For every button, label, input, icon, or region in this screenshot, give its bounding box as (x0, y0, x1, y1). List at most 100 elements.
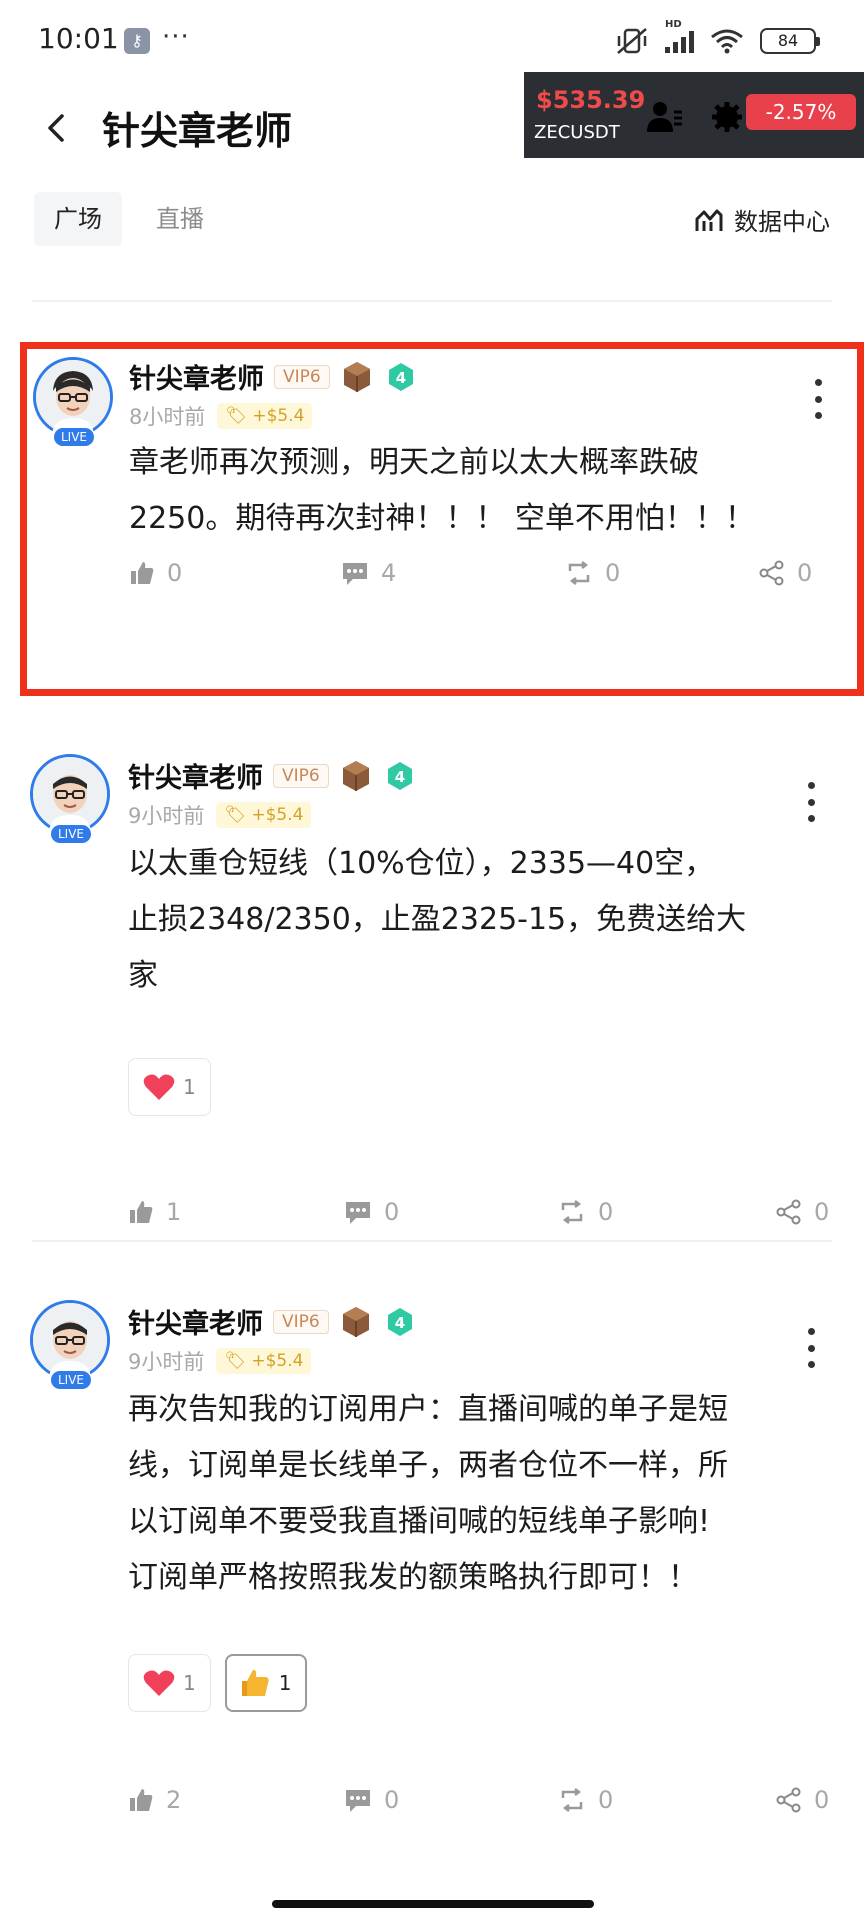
comment-button[interactable]: 4 (341, 559, 396, 587)
share-icon (776, 1199, 801, 1225)
comment-button[interactable]: 0 (344, 1198, 399, 1226)
like-button[interactable]: 0 (129, 559, 182, 587)
ticker-change: -2.57% (746, 94, 856, 130)
heart-icon (143, 1670, 175, 1696)
thumbs-up-icon (131, 562, 154, 584)
ticker-symbol: ZECUSDT (534, 122, 620, 143)
signal-icon: HD (665, 19, 694, 53)
earnings-tag: 🏷 +$5.4 (216, 1348, 312, 1374)
level-badge: 4 (388, 362, 413, 391)
reaction-heart[interactable]: 1 (128, 1654, 211, 1712)
reactions: 1 (128, 1058, 211, 1116)
repost-count: 0 (598, 1786, 614, 1814)
more-options-button[interactable] (800, 782, 822, 822)
comment-count: 0 (384, 1198, 400, 1226)
avatar-face-icon (33, 1303, 107, 1377)
page-title: 针尖章老师 (102, 109, 293, 153)
network-tag: HD (665, 19, 682, 30)
status-time: 10:01 (38, 22, 119, 55)
vibrate-mute-icon (617, 28, 647, 54)
post-card[interactable]: LIVE 针尖章老师 VIP6 4 9小时前 🏷 +$5.4 以太重仓短线（10… (0, 742, 864, 1242)
share-icon (776, 1787, 801, 1813)
avatar-face-icon (36, 360, 110, 434)
avatar-face-icon (33, 757, 107, 831)
earnings-tag: 🏷 +$5.4 (217, 403, 313, 429)
like-count: 1 (166, 1198, 182, 1226)
post-content: 章老师再次预测，明天之前以太大概率跌破 2250。期待再次封神！！！ 空单不用怕… (129, 445, 755, 536)
chart-icon (695, 209, 723, 231)
more-options-button[interactable] (807, 379, 829, 419)
post-content: 再次告知我的订阅用户：直播间喊的单子是短 线，订阅单是长线单子，两者仓位不一样，… (128, 1392, 728, 1595)
post-card[interactable]: LIVE 针尖章老师 VIP6 4 9小时前 🏷 +$5.4 再次告知我的订阅用… (0, 1288, 864, 1814)
thumbs-up-icon (130, 1201, 153, 1223)
level-number: 4 (395, 1314, 405, 1332)
data-center-button[interactable]: 数据中心 (694, 202, 830, 237)
earnings-amount: +$5.4 (251, 1351, 304, 1371)
like-button[interactable]: 2 (128, 1786, 181, 1814)
comment-icon (346, 1202, 370, 1224)
level-badge: 4 (387, 761, 412, 790)
post-card[interactable]: LIVE 针尖章老师 VIP6 4 8小时前 🏷 +$5.4 章老师再次预测，明… (20, 342, 864, 696)
earnings-amount: +$5.4 (251, 805, 304, 825)
tab-plaza[interactable]: 广场 (34, 192, 122, 246)
divider (32, 1240, 832, 1242)
status-icons: HD 84 (615, 19, 820, 56)
users-icon (647, 102, 682, 132)
author-row: 针尖章老师 VIP6 4 (128, 756, 417, 795)
author-row: 针尖章老师 VIP6 4 (128, 1302, 417, 1341)
repost-button[interactable]: 0 (558, 1786, 613, 1814)
post-actions: 2 0 0 0 (128, 1786, 838, 1826)
price-ticker[interactable]: $535.39 ZECUSDT -2.57% (524, 72, 864, 158)
author-name[interactable]: 针尖章老师 (129, 357, 264, 396)
repost-count: 0 (605, 559, 621, 587)
avatar[interactable]: LIVE (30, 754, 110, 843)
repost-count: 0 (598, 1198, 614, 1226)
live-badge: LIVE (54, 428, 94, 446)
back-button[interactable] (30, 102, 82, 154)
comment-count: 4 (381, 559, 397, 587)
comment-count: 0 (384, 1786, 400, 1814)
reaction-count: 1 (183, 1671, 196, 1695)
post-time: 8小时前 (129, 405, 206, 429)
repost-icon (561, 1788, 583, 1812)
reaction-heart[interactable]: 1 (128, 1058, 211, 1116)
avatar[interactable]: LIVE (30, 1300, 110, 1389)
data-center-label: 数据中心 (734, 208, 830, 236)
avatar[interactable]: LIVE (33, 357, 113, 446)
vip-badge: VIP6 (273, 1309, 329, 1334)
repost-button[interactable]: 0 (565, 559, 620, 587)
tab-bar: 广场 直播 数据中心 (0, 192, 864, 248)
repost-icon (568, 561, 590, 585)
battery-indicator: 84 (760, 28, 820, 54)
author-row: 针尖章老师 VIP6 4 (129, 357, 418, 396)
chevron-left-icon (48, 114, 64, 142)
share-button[interactable]: 0 (776, 1198, 829, 1226)
reaction-thumbs-up[interactable]: 1 (224, 1654, 308, 1712)
live-badge: LIVE (51, 825, 91, 843)
share-button[interactable]: 0 (776, 1786, 829, 1814)
meta-row: 9小时前 🏷 +$5.4 (128, 800, 312, 830)
like-count: 0 (167, 559, 183, 587)
share-count: 0 (814, 1198, 830, 1226)
post-content: 以太重仓短线（10%仓位），2335—40空， 止损2348/2350，止盈23… (128, 846, 747, 993)
comment-button[interactable]: 0 (344, 1786, 399, 1814)
divider (32, 300, 832, 302)
like-button[interactable]: 1 (128, 1198, 181, 1226)
level-badge: 4 (387, 1307, 412, 1336)
more-options-button[interactable] (800, 1328, 822, 1368)
share-icon (759, 560, 784, 586)
tab-live[interactable]: 直播 (136, 192, 224, 246)
thumbs-up-emoji-icon (241, 1669, 269, 1696)
home-indicator[interactable] (272, 1900, 594, 1908)
repost-icon (561, 1200, 583, 1224)
repost-button[interactable]: 0 (558, 1198, 613, 1226)
level-number: 4 (395, 768, 405, 786)
live-badge: LIVE (51, 1371, 91, 1389)
post-actions: 0 4 0 0 (129, 559, 839, 599)
author-name[interactable]: 针尖章老师 (128, 756, 263, 795)
author-name[interactable]: 针尖章老师 (128, 1302, 263, 1341)
meta-row: 9小时前 🏷 +$5.4 (128, 1346, 312, 1376)
share-button[interactable]: 0 (759, 559, 812, 587)
earnings-amount: +$5.4 (252, 406, 305, 426)
vip-badge: VIP6 (273, 763, 329, 788)
